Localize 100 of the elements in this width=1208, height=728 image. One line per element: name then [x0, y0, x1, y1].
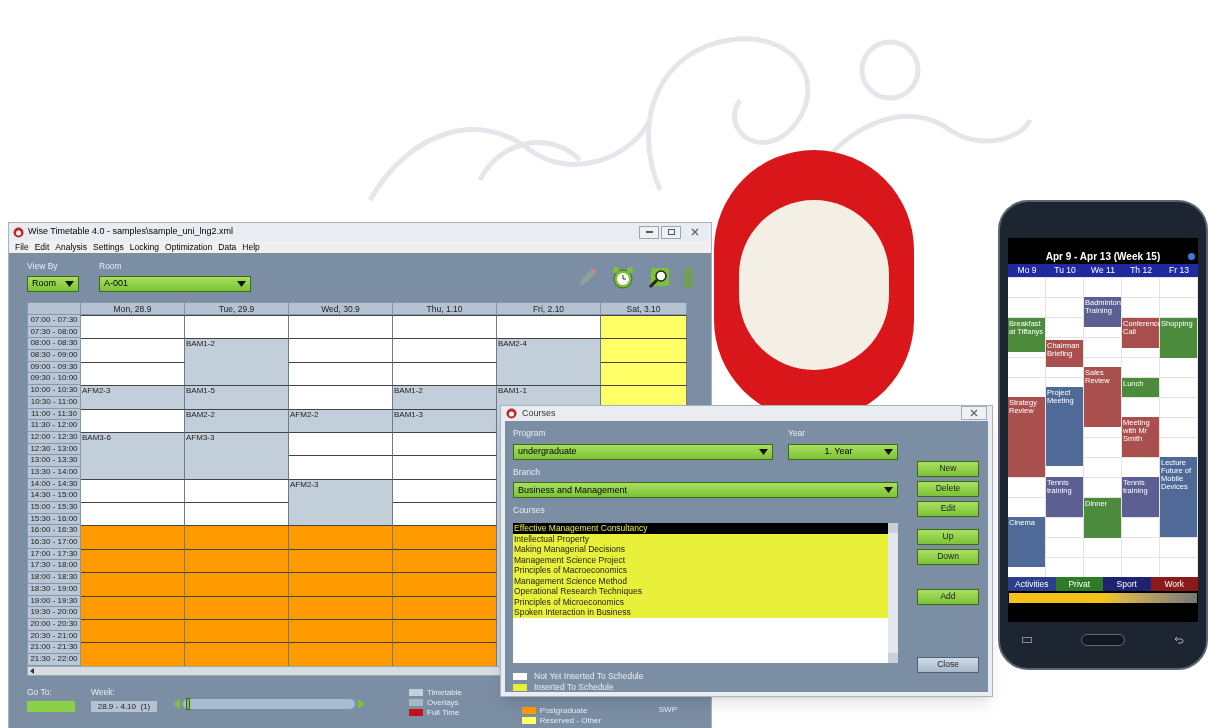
dialog-button[interactable]: Add	[917, 588, 979, 605]
timetable-cell[interactable]: BAM2-4	[497, 338, 601, 351]
course-item[interactable]: Principles of Macroeconomics	[513, 565, 888, 576]
menu-item[interactable]: Analysis	[55, 240, 87, 254]
dialog-button[interactable]: New	[917, 460, 979, 477]
timetable-cell[interactable]	[393, 607, 497, 619]
timetable-cell[interactable]	[289, 607, 393, 619]
dropdown[interactable]: A-001	[99, 275, 251, 292]
category-tab[interactable]: Sport	[1103, 577, 1151, 591]
timetable-cell[interactable]	[289, 455, 393, 467]
course-item[interactable]: Spoken Interaction in Business	[513, 607, 888, 618]
timetable-cell[interactable]	[289, 350, 393, 362]
minimize-button[interactable]	[639, 225, 659, 239]
timetable-cell[interactable]	[289, 537, 393, 549]
timetable-cell[interactable]	[185, 490, 289, 502]
course-item[interactable]: Making Managerial Decisions	[513, 544, 888, 555]
timetable-cell[interactable]	[393, 502, 497, 514]
timetable-cell[interactable]: BAM1-2	[393, 385, 497, 397]
timetable-cell[interactable]	[393, 338, 497, 351]
timetable-cell[interactable]	[601, 385, 687, 397]
timetable-cell[interactable]	[185, 537, 289, 549]
timetable-cell[interactable]	[185, 560, 289, 573]
timetable-cell[interactable]	[289, 315, 393, 327]
timetable-cell[interactable]: AFM2-3	[81, 385, 185, 397]
menu-item[interactable]: Settings	[93, 240, 124, 254]
course-item[interactable]: Effective Management Consultancy	[513, 523, 888, 534]
dropdown[interactable]: Business and Management	[513, 482, 898, 499]
timetable-cell[interactable]	[185, 420, 289, 432]
timetable-cell[interactable]	[601, 315, 687, 327]
timetable-cell[interactable]	[185, 642, 289, 654]
dialog-button[interactable]: Close	[917, 656, 979, 673]
timetable-cell[interactable]	[81, 607, 185, 619]
category-tab[interactable]: Work	[1150, 577, 1198, 591]
timetable-cell[interactable]	[185, 572, 289, 584]
menu-item[interactable]: Locking	[129, 240, 160, 254]
course-item[interactable]: Operational Research Techniques	[513, 586, 888, 597]
timetable-cell[interactable]	[185, 502, 289, 514]
timetable-cell[interactable]	[497, 373, 601, 386]
timetable-cell[interactable]	[81, 502, 185, 514]
dropdown[interactable]: undergraduate	[513, 443, 773, 460]
help-icon[interactable]	[1188, 252, 1195, 260]
search-icon[interactable]	[648, 267, 670, 289]
timetable-cell[interactable]	[81, 315, 185, 327]
timetable-cell[interactable]: BAM1-1	[497, 385, 601, 397]
timetable-cell[interactable]	[289, 420, 393, 432]
go-to-field[interactable]	[27, 701, 75, 713]
course-item[interactable]: Intellectual Property	[513, 533, 888, 544]
timetable-cell[interactable]	[289, 373, 393, 386]
timetable-cell[interactable]	[185, 607, 289, 619]
scrollbar[interactable]	[888, 523, 898, 663]
timetable-cell[interactable]	[393, 420, 497, 432]
home-button[interactable]	[1081, 634, 1125, 646]
timetable-cell[interactable]	[81, 525, 185, 538]
timetable-cell[interactable]	[393, 315, 497, 327]
timetable-cell[interactable]	[393, 642, 497, 654]
timetable-cell[interactable]	[289, 572, 393, 584]
timetable-cell[interactable]	[393, 455, 497, 467]
close-button[interactable]	[961, 406, 987, 421]
timetable-cell[interactable]	[289, 338, 393, 351]
timetable-cell[interactable]	[601, 350, 687, 362]
course-item[interactable]: Management Science Project	[513, 554, 888, 565]
dialog-button[interactable]: Down	[917, 548, 979, 565]
week-field[interactable]: 28.9 - 4.10 (1)	[91, 701, 157, 713]
alarm-clock-icon[interactable]	[612, 266, 634, 290]
dialog-button[interactable]: Edit	[917, 500, 979, 517]
timetable-cell[interactable]	[289, 642, 393, 654]
timetable-cell[interactable]	[185, 315, 289, 327]
timetable-cell[interactable]	[81, 560, 185, 573]
timetable-cell[interactable]	[289, 385, 393, 397]
timetable-cell[interactable]	[289, 525, 393, 538]
timetable-cell[interactable]	[81, 373, 185, 386]
slider-thumb[interactable]	[186, 697, 191, 710]
timetable-cell[interactable]: BAM1-5	[185, 385, 289, 397]
timetable-cell[interactable]	[393, 350, 497, 362]
timetable-cell[interactable]	[393, 560, 497, 573]
timetable-cell[interactable]	[393, 373, 497, 386]
timetable-cell[interactable]	[601, 338, 687, 351]
timetable-cell[interactable]	[81, 338, 185, 351]
dropdown[interactable]: Room	[27, 275, 79, 292]
maximize-button[interactable]	[661, 225, 681, 239]
menu-item[interactable]: Data	[218, 240, 237, 254]
menu-item[interactable]: Edit	[34, 240, 50, 254]
timetable-cell[interactable]	[185, 373, 289, 386]
timetable-cell[interactable]	[81, 420, 185, 432]
category-tab[interactable]: Activities	[1008, 577, 1056, 591]
timetable-cell[interactable]	[393, 537, 497, 549]
scroll-left-icon[interactable]	[28, 666, 36, 675]
course-item[interactable]: Management Science Method	[513, 575, 888, 586]
dialog-button[interactable]: Up	[917, 528, 979, 545]
course-item[interactable]: Principles of Microeconomics	[513, 596, 888, 607]
timetable-cell[interactable]	[81, 642, 185, 654]
timetable-cell[interactable]: BAM1-2	[185, 338, 289, 351]
timetable-cell[interactable]	[497, 315, 601, 327]
timetable-cell[interactable]	[289, 560, 393, 573]
dropdown[interactable]: 1. Year	[788, 443, 898, 460]
menu-item[interactable]: Help	[242, 240, 260, 254]
timetable-cell[interactable]	[393, 490, 497, 502]
timetable-cell[interactable]	[601, 373, 687, 386]
week-slider[interactable]	[183, 698, 355, 709]
menu-item[interactable]: File	[15, 240, 29, 254]
